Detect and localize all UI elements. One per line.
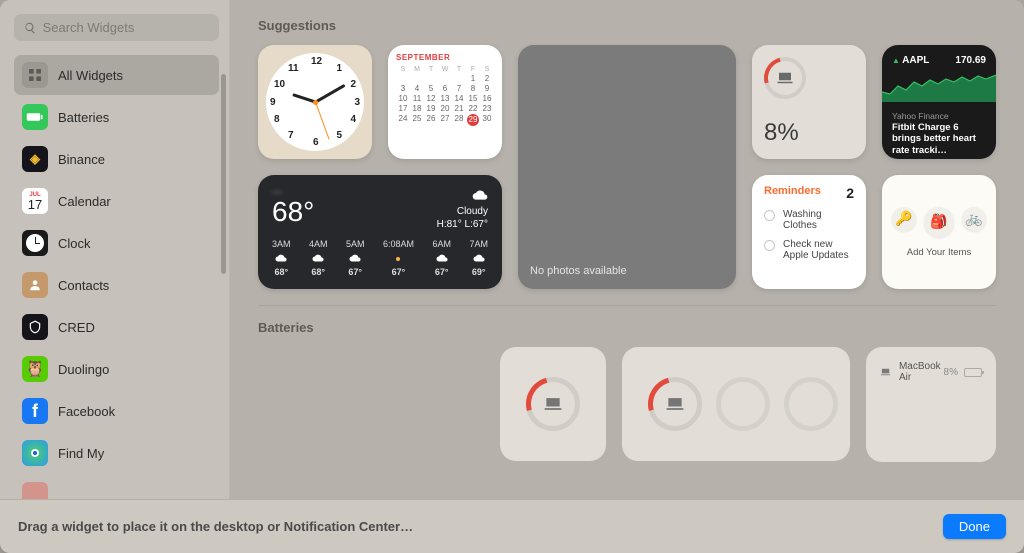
laptop-icon [543,394,563,414]
calendar-month: SEPTEMBER [396,53,494,62]
sidebar-item-duolingo[interactable]: 🦉 Duolingo [14,349,219,389]
battery-ring [764,57,806,99]
sidebar-item-label: All Widgets [58,68,123,83]
battery-pill-icon [964,368,982,377]
sidebar-item-label: Duolingo [58,362,109,377]
widget-stocks[interactable]: AAPL 170.69 Yahoo Finance Fitbit Charge … [882,45,996,159]
sidebar-item-binance[interactable]: ◈ Binance [14,139,219,179]
footer-hint: Drag a widget to place it on the desktop… [18,519,413,534]
search-icon [24,21,37,35]
weather-condition: Cloudy [437,205,488,218]
hour-hand [292,93,316,103]
contacts-icon [22,272,48,298]
weather-hilo: H:81° L:67° [437,218,488,231]
photos-empty-label: No photos available [530,265,627,277]
sidebar: All Widgets Batteries ◈ Binance JUL 17 [0,0,230,499]
sidebar-scrollbar[interactable] [221,74,226,274]
batteries-icon [22,104,48,130]
sidebar-item-facebook[interactable]: f Facebook [14,391,219,431]
sidebar-item-label: CRED [58,320,95,335]
sidebar-item-label: Batteries [58,110,109,125]
reminders-list: Washing ClothesCheck new Apple Updates [764,209,854,261]
laptop-icon [776,69,794,87]
binance-icon: ◈ [22,146,48,172]
laptop-icon [880,365,891,379]
battery-device-pct: 8% [944,367,958,378]
widget-battery-medium[interactable] [622,347,850,461]
calendar-icon: JUL 17 [22,188,48,214]
content: Suggestions 12 1 2 3 4 5 [230,0,1024,499]
stock-price: 170.69 [955,55,986,66]
sidebar-item-all-widgets[interactable]: All Widgets [14,55,219,95]
widget-battery-small[interactable] [500,347,606,461]
stock-headline: Fitbit Charge 6 brings better heart rate… [892,122,986,156]
widget-battery[interactable]: 8% [752,45,866,159]
clock-face: 12 1 2 3 4 5 6 7 8 9 10 [266,53,364,151]
sidebar-item-batteries[interactable]: Batteries [14,97,219,137]
backpack-icon: 🎒 [924,207,954,237]
findmy-icons: 🔑 🎒 🚲 [892,207,986,237]
done-button[interactable]: Done [943,514,1006,539]
search-field[interactable] [14,14,219,41]
bike-icon: 🚲 [962,207,986,231]
sidebar-item-more[interactable] [14,475,219,499]
widget-battery-list[interactable]: MacBook Air 8% [866,347,996,462]
sidebar-item-label: Contacts [58,278,109,293]
findmy-icon [22,440,48,466]
weather-hourly: 3AM68°4AM68°5AM67°6:08AM67°6AM67°7AM69° [272,239,488,277]
widget-clock[interactable]: 12 1 2 3 4 5 6 7 8 9 10 [258,45,372,159]
cred-icon [22,314,48,340]
sidebar-item-label: Binance [58,152,105,167]
reminders-title: Reminders [764,185,821,201]
battery-ring [648,377,702,431]
stock-symbol: AAPL [892,55,929,66]
sidebar-item-clock[interactable]: Clock [14,223,219,263]
weather-temp: 68° [272,196,314,228]
sidebar-item-label: Find My [58,446,104,461]
findmy-label: Add Your Items [907,247,971,258]
keys-icon: 🔑 [892,207,916,231]
battery-list-row: MacBook Air 8% [880,357,982,387]
section-title-batteries: Batteries [258,320,996,335]
sidebar-item-label: Facebook [58,404,115,419]
reminders-count: 2 [846,185,854,201]
clock-icon [22,230,48,256]
sidebar-item-cred[interactable]: CRED [14,307,219,347]
stock-chart [882,72,996,102]
battery-ring-empty [784,377,838,431]
section-title-suggestions: Suggestions [258,18,996,33]
facebook-icon: f [22,398,48,424]
battery-ring-empty [716,377,770,431]
footer: Drag a widget to place it on the desktop… [0,499,1024,553]
sidebar-item-label: Clock [58,236,91,251]
battery-ring [526,377,580,431]
battery-percent: 8% [764,119,854,147]
duolingo-icon: 🦉 [22,356,48,382]
weather-location: — [272,187,314,198]
search-input[interactable] [43,20,209,35]
calendar-grid: SMTWTFS123456789101112131415161718192021… [396,66,494,126]
sidebar-item-contacts[interactable]: Contacts [14,265,219,305]
more-icon [22,482,48,499]
sidebar-item-label: Calendar [58,194,111,209]
laptop-icon [665,394,685,414]
widget-weather[interactable]: — 68° Cloudy H:81° L:67° 3AM68°4AM68°5AM… [258,175,502,289]
widget-calendar[interactable]: SEPTEMBER SMTWTFS12345678910111213141516… [388,45,502,159]
cloud-icon [472,187,488,203]
second-hand [315,102,330,140]
sidebar-list: All Widgets Batteries ◈ Binance JUL 17 [14,55,219,499]
sidebar-item-calendar[interactable]: JUL 17 Calendar [14,181,219,221]
widget-reminders[interactable]: Reminders 2 Washing ClothesCheck new App… [752,175,866,289]
battery-device-name: MacBook Air [899,361,944,383]
sidebar-item-findmy[interactable]: Find My [14,433,219,473]
widget-findmy[interactable]: 🔑 🎒 🚲 Add Your Items [882,175,996,289]
widget-photos[interactable]: No photos available [518,45,736,289]
stock-source: Yahoo Finance [892,111,986,121]
minute-hand [314,84,345,103]
all-widgets-icon [22,62,48,88]
section-divider [258,305,996,306]
